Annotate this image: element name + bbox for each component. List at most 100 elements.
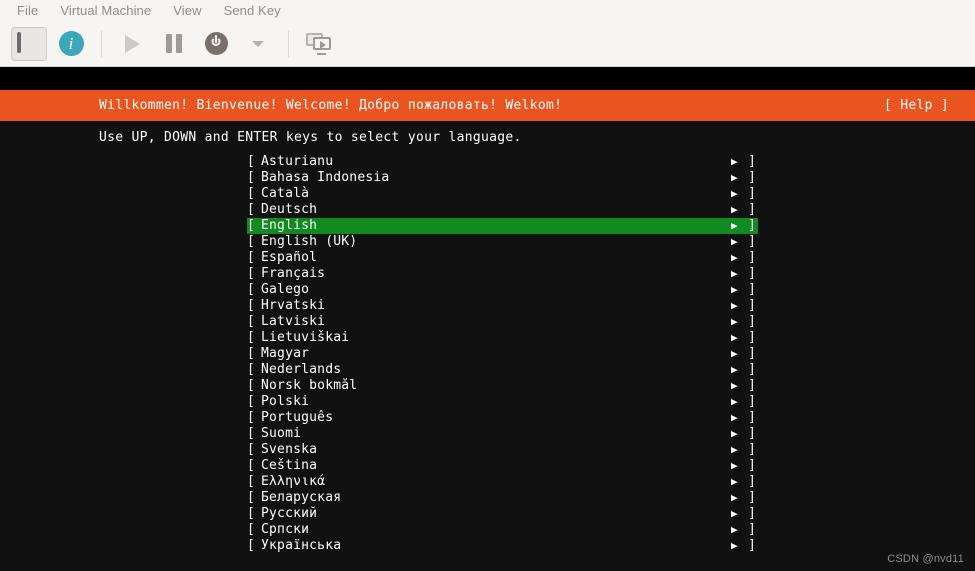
chevron-right-icon: ▶ (731, 203, 738, 216)
language-list-item[interactable]: [Português ▶] (247, 410, 758, 426)
language-name: Suomi (261, 426, 302, 441)
language-list-item[interactable]: [Latviski ▶] (247, 314, 758, 330)
menu-send-key[interactable]: Send Key (213, 0, 292, 21)
list-item-bracket-right: ] (748, 330, 757, 345)
language-name: Русский (261, 506, 318, 521)
language-list-item[interactable]: [English (UK) ▶] (247, 234, 758, 250)
show-details-button[interactable]: i (53, 27, 89, 61)
list-item-bracket-right: ] (748, 234, 757, 249)
chevron-right-icon: ▶ (731, 347, 738, 360)
chevron-right-icon: ▶ (731, 395, 738, 408)
list-item-bracket-right: ] (748, 218, 757, 233)
list-item-bracket-left: [ (247, 490, 256, 505)
shutdown-options-dropdown[interactable] (240, 27, 276, 61)
list-item-bracket-left: [ (247, 522, 256, 537)
show-console-button[interactable] (11, 26, 47, 61)
list-item-bracket-right: ] (748, 442, 757, 457)
language-list-item[interactable]: [Русский ▶] (247, 506, 758, 522)
language-list-item[interactable]: [Español ▶] (247, 250, 758, 266)
language-list-item[interactable]: [English ▶] (247, 218, 758, 234)
list-item-bracket-left: [ (247, 202, 256, 217)
toolbar: i (0, 21, 975, 67)
language-list-item[interactable]: [Deutsch ▶] (247, 202, 758, 218)
language-list-item[interactable]: [Српски ▶] (247, 522, 758, 538)
language-name: Português (261, 410, 334, 425)
run-vm-button[interactable] (114, 27, 150, 61)
language-list-item[interactable]: [Suomi ▶] (247, 426, 758, 442)
language-name: Беларуская (261, 490, 342, 505)
menu-virtual-machine[interactable]: Virtual Machine (49, 0, 162, 21)
language-list-item[interactable]: [Čeština ▶] (247, 458, 758, 474)
list-item-bracket-right: ] (748, 282, 757, 297)
menu-view[interactable]: View (162, 0, 212, 21)
list-item-bracket-right: ] (748, 314, 757, 329)
language-list-item[interactable]: [Norsk bokmål ▶] (247, 378, 758, 394)
console-top-margin (0, 67, 975, 90)
language-name: Català (261, 186, 310, 201)
list-item-bracket-right: ] (748, 378, 757, 393)
chevron-right-icon: ▶ (731, 491, 738, 504)
chevron-right-icon: ▶ (731, 411, 738, 424)
chevron-right-icon: ▶ (731, 379, 738, 392)
language-name: Ελληνικά (261, 474, 326, 489)
language-list-item[interactable]: [ Català ▶] (247, 186, 758, 202)
language-name: English (261, 218, 318, 233)
language-list-item[interactable]: [Lietuviškai ▶] (247, 330, 758, 346)
language-name: Asturianu (261, 154, 334, 169)
language-list-item[interactable]: [Français ▶] (247, 266, 758, 282)
language-name: Hrvatski (261, 298, 326, 313)
help-button[interactable]: [ Help ] (884, 98, 949, 113)
list-item-bracket-right: ] (748, 522, 757, 537)
chevron-right-icon: ▶ (731, 331, 738, 344)
snapshots-button[interactable] (301, 27, 337, 61)
language-name: Español (261, 250, 318, 265)
chevron-right-icon: ▶ (731, 507, 738, 520)
language-list-item[interactable]: [Українська ▶] (247, 538, 758, 554)
list-item-bracket-left: [ (247, 186, 256, 201)
language-name: Magyar (261, 346, 310, 361)
list-item-bracket-left: [ (247, 170, 256, 185)
instruction-text: Use UP, DOWN and ENTER keys to select yo… (99, 130, 522, 145)
list-item-bracket-right: ] (748, 186, 757, 201)
list-item-bracket-left: [ (247, 442, 256, 457)
list-item-bracket-left: [ (247, 266, 256, 281)
list-item-bracket-right: ] (748, 154, 757, 169)
pause-vm-button[interactable] (156, 27, 192, 61)
guest-console[interactable]: Willkommen! Bienvenue! Welcome! Добро по… (0, 67, 975, 571)
language-list-item[interactable]: [Беларуская ▶] (247, 490, 758, 506)
list-item-bracket-left: [ (247, 362, 256, 377)
list-item-bracket-left: [ (247, 298, 256, 313)
list-item-bracket-right: ] (748, 202, 757, 217)
shutdown-vm-button[interactable] (198, 27, 234, 61)
menu-file[interactable]: File (6, 0, 49, 21)
menubar: File Virtual Machine View Send Key (0, 0, 975, 21)
chevron-right-icon: ▶ (731, 475, 738, 488)
list-item-bracket-left: [ (247, 218, 256, 233)
snapshots-icon (306, 32, 332, 55)
list-item-bracket-right: ] (748, 474, 757, 489)
language-name: Українська (261, 538, 342, 553)
list-item-bracket-left: [ (247, 282, 256, 297)
language-list-item[interactable]: [Magyar ▶] (247, 346, 758, 362)
language-list-item[interactable]: [Galego ▶] (247, 282, 758, 298)
language-list-item[interactable]: [Hrvatski ▶] (247, 298, 758, 314)
list-item-bracket-right: ] (748, 538, 757, 553)
language-list-item[interactable]: [Nederlands ▶] (247, 362, 758, 378)
language-list-item[interactable]: [Asturianu ▶] (247, 154, 758, 170)
info-icon: i (58, 31, 84, 56)
list-item-bracket-left: [ (247, 314, 256, 329)
language-list-item[interactable]: [Svenska ▶] (247, 442, 758, 458)
chevron-right-icon: ▶ (731, 459, 738, 472)
language-list[interactable]: [Asturianu ▶] [Bahasa Indonesia ▶] [Català ▶]… (0, 154, 975, 554)
language-list-item[interactable]: [Ελληνικά ▶] (247, 474, 758, 490)
language-name: English (UK) (261, 234, 358, 249)
list-item-bracket-left: [ (247, 250, 256, 265)
list-item-bracket-right: ] (748, 506, 757, 521)
list-item-bracket-right: ] (748, 170, 757, 185)
language-list-item[interactable]: [Bahasa Indonesia ▶] (247, 170, 758, 186)
language-name: Čeština (261, 458, 318, 473)
language-list-item[interactable]: [Polski ▶] (247, 394, 758, 410)
language-name: Polski (261, 394, 310, 409)
chevron-right-icon: ▶ (731, 187, 738, 200)
chevron-right-icon: ▶ (731, 299, 738, 312)
